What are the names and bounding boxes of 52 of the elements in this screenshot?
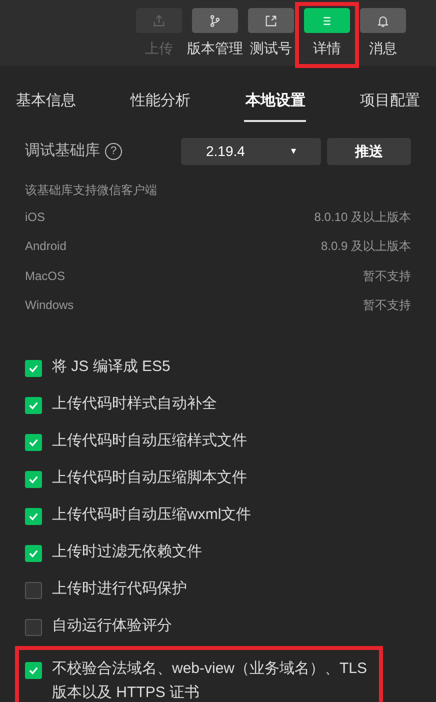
checkbox[interactable]: [25, 662, 42, 679]
push-button[interactable]: 推送: [327, 138, 411, 164]
check-icon: [28, 511, 39, 522]
version-requirement: 暂不支持: [363, 268, 411, 285]
check-icon: [28, 474, 39, 485]
option-label: 将 JS 编译成 ES5: [52, 357, 172, 377]
tab[interactable]: 基本信息: [15, 82, 77, 122]
tab[interactable]: 本地设置: [244, 82, 306, 122]
caret-icon: ▾: [291, 144, 296, 158]
checkbox[interactable]: [25, 545, 42, 562]
platform-name: Windows: [25, 297, 74, 314]
platform-name: MacOS: [25, 268, 66, 285]
option-label: 自动运行体验评分: [52, 616, 173, 636]
toolbar-label: 消息: [369, 39, 397, 58]
toolbar-button[interactable]: [360, 8, 406, 33]
version-requirement: 8.0.9 及以上版本: [320, 238, 411, 256]
toolbar-label: 详情: [313, 39, 341, 58]
toolbar-button[interactable]: [248, 8, 294, 33]
option-label: 上传时过滤无依赖文件: [52, 542, 203, 562]
checkbox[interactable]: [25, 508, 42, 525]
check-icon: [28, 437, 39, 448]
checkbox[interactable]: [25, 360, 42, 377]
checkbox[interactable]: [25, 582, 42, 599]
version-dropdown[interactable]: 2.19.4 ▾: [181, 138, 321, 164]
option-label: 上传代码时样式自动补全: [52, 394, 218, 414]
version-requirement: 8.0.10 及以上版本: [314, 208, 411, 226]
option-label: 上传代码时自动压缩wxml文件: [52, 505, 252, 525]
platform-name: iOS: [25, 208, 46, 226]
support-title: 该基础库支持微信客户端: [25, 182, 158, 199]
platform-name: Android: [25, 238, 66, 256]
check-icon: [28, 548, 39, 559]
checkbox[interactable]: [25, 619, 42, 636]
checkbox[interactable]: [25, 397, 42, 414]
toolbar-label: 测试号: [250, 39, 292, 58]
toolbar-label: 上传: [145, 39, 173, 58]
option-label: 上传时进行代码保护: [52, 579, 188, 599]
library-label: 调试基础库: [25, 140, 100, 161]
help-icon[interactable]: ?: [105, 142, 122, 160]
check-icon: [28, 363, 39, 374]
check-icon: [28, 400, 39, 411]
upload-icon: [151, 12, 167, 28]
toolbar-button[interactable]: [192, 8, 238, 33]
option-label: 上传代码时自动压缩样式文件: [52, 431, 248, 451]
checkbox[interactable]: [25, 434, 42, 451]
tab[interactable]: 项目配置: [358, 82, 421, 122]
option-label: 上传代码时自动压缩脚本文件: [52, 468, 248, 488]
checkbox[interactable]: [25, 471, 42, 488]
version-requirement: 暂不支持: [363, 297, 411, 314]
toolbar-label: 版本管理: [187, 39, 243, 58]
check-icon: [28, 665, 39, 676]
tab[interactable]: 性能分析: [130, 82, 192, 122]
option-label: 不校验合法域名、web-view（业务域名）、TLS 版本以及 HTTPS 证书: [52, 659, 368, 702]
